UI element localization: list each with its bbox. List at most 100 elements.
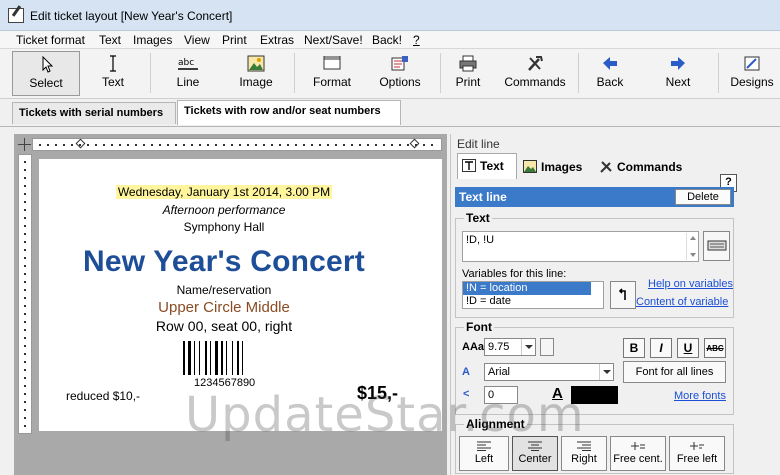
line-text-input[interactable]: !D, !U (462, 231, 699, 262)
ruler-tick (231, 144, 233, 146)
ticket-type-tabs: Tickets with serial numbers Tickets with… (0, 99, 780, 127)
chevron-down-icon (521, 339, 535, 355)
printer-icon (458, 55, 478, 72)
list-item[interactable]: !N = location (463, 282, 591, 295)
underline-button[interactable]: U (677, 338, 699, 358)
barcode-bar (183, 341, 185, 375)
panel-title: Edit line (457, 137, 500, 151)
menu-help[interactable]: ? (413, 33, 420, 47)
text-button[interactable]: Text (85, 51, 141, 96)
ticket-name-line[interactable]: Name/reservation (39, 283, 409, 297)
menu-text[interactable]: Text (99, 33, 121, 47)
ruler-tick (24, 385, 26, 387)
horizontal-ruler[interactable] (32, 138, 442, 151)
ruler-tick (359, 144, 361, 146)
ruler-tick (95, 144, 97, 146)
toolbar: Select Text abc Line Image Format Option… (0, 49, 780, 99)
menu-ticket-format[interactable]: Ticket format (16, 33, 85, 47)
ruler-tick (24, 225, 26, 227)
insert-variable-button[interactable] (703, 231, 730, 261)
tab-serial-numbers[interactable]: Tickets with serial numbers (12, 102, 176, 124)
variables-list[interactable]: !N = location !D = date (462, 281, 604, 309)
barcode[interactable] (183, 341, 265, 375)
content-of-variable-link[interactable]: Content of variable (636, 296, 728, 308)
picture-icon (246, 55, 266, 72)
ruler-tick (415, 144, 417, 146)
ticket-location-line[interactable]: Symphony Hall (39, 220, 409, 234)
ticket-section-line[interactable]: Upper Circle Middle (39, 299, 409, 316)
menu-print[interactable]: Print (222, 33, 247, 47)
tab-text[interactable]: Text (457, 153, 517, 179)
ruler-tick (103, 144, 105, 146)
delete-button[interactable]: Delete (675, 189, 731, 205)
ticket-date-line[interactable]: Wednesday, January 1st 2014, 3.00 PM (39, 185, 409, 199)
align-free-center-button[interactable]: Free cent. (610, 436, 666, 471)
ticket-seat-line[interactable]: Row 00, seat 00, right (39, 318, 409, 334)
font-size-select[interactable]: 9.75 (484, 338, 536, 356)
designs-icon (742, 55, 762, 72)
ruler-tick (383, 144, 385, 146)
align-free-left-button[interactable]: Free left (669, 436, 725, 471)
vertical-ruler[interactable] (18, 154, 32, 434)
ruler-tick (39, 144, 41, 146)
move-center-icon (630, 441, 646, 451)
ruler-tick (24, 321, 26, 323)
menu-view[interactable]: View (184, 33, 210, 47)
image-button[interactable]: Image (228, 51, 284, 96)
line-button[interactable]: abc Line (160, 51, 216, 96)
ruler-tick (24, 273, 26, 275)
text-scrollbar[interactable] (686, 233, 697, 260)
next-button[interactable]: Next (654, 51, 702, 96)
ruler-tick (271, 144, 273, 146)
ruler-tick (247, 144, 249, 146)
help-on-variables-link[interactable]: Help on variables (648, 278, 733, 290)
ruler-tick (191, 144, 193, 146)
ruler-tick (24, 233, 26, 235)
text-tab-icon (462, 159, 476, 172)
ruler-tick (24, 369, 26, 371)
ruler-tick (24, 401, 26, 403)
ticket-performance-line[interactable]: Afternoon performance (39, 203, 409, 217)
bold-button[interactable]: B (623, 338, 645, 358)
menu-images[interactable]: Images (133, 33, 172, 47)
ruler-tick (111, 144, 113, 146)
picture-icon (523, 160, 537, 173)
font-size-spinner[interactable] (540, 338, 554, 356)
menu-extras[interactable]: Extras (260, 33, 294, 47)
ruler-tick (24, 345, 26, 347)
apply-variable-button[interactable] (610, 281, 636, 309)
select-button[interactable]: Select (12, 51, 80, 96)
ticket-reduced-price[interactable]: reduced $10,- (66, 389, 140, 403)
list-item[interactable]: !D = date (463, 295, 603, 308)
ruler-tick (24, 161, 26, 163)
watermark: UpdateStar.com (185, 387, 585, 443)
menu-next-save[interactable]: Next/Save! (304, 33, 363, 47)
tab-row-seat-numbers[interactable]: Tickets with row and/or seat numbers (177, 100, 401, 125)
tab-images[interactable]: Images (519, 155, 593, 179)
ruler-tick (239, 144, 241, 146)
ruler-tick (143, 144, 145, 146)
ruler-tick (24, 361, 26, 363)
menu-back[interactable]: Back! (372, 33, 402, 47)
ruler-tick (119, 144, 121, 146)
ruler-tick (24, 217, 26, 219)
options-button[interactable]: Options (370, 51, 430, 96)
italic-button[interactable]: I (650, 338, 672, 358)
ruler-tick (24, 409, 26, 411)
more-fonts-link[interactable]: More fonts (674, 390, 726, 402)
back-button[interactable]: Back (586, 51, 634, 96)
tab-commands[interactable]: Commands (595, 155, 695, 179)
barcode-bar (194, 341, 195, 375)
font-name-select[interactable]: Arial (484, 363, 614, 381)
format-button[interactable]: Format (302, 51, 362, 96)
designs-button[interactable]: Designs (726, 51, 778, 96)
ruler-tick (24, 417, 26, 419)
ruler-tick (335, 144, 337, 146)
barcode-bar (232, 341, 233, 375)
ticket-title-line[interactable]: New Year's Concert (39, 245, 409, 279)
font-for-all-lines-button[interactable]: Font for all lines (623, 361, 726, 383)
barcode-bar (237, 341, 239, 375)
commands-button[interactable]: Commands (500, 51, 570, 96)
print-button[interactable]: Print (447, 51, 489, 96)
strikethrough-button[interactable]: ABC (704, 338, 726, 358)
